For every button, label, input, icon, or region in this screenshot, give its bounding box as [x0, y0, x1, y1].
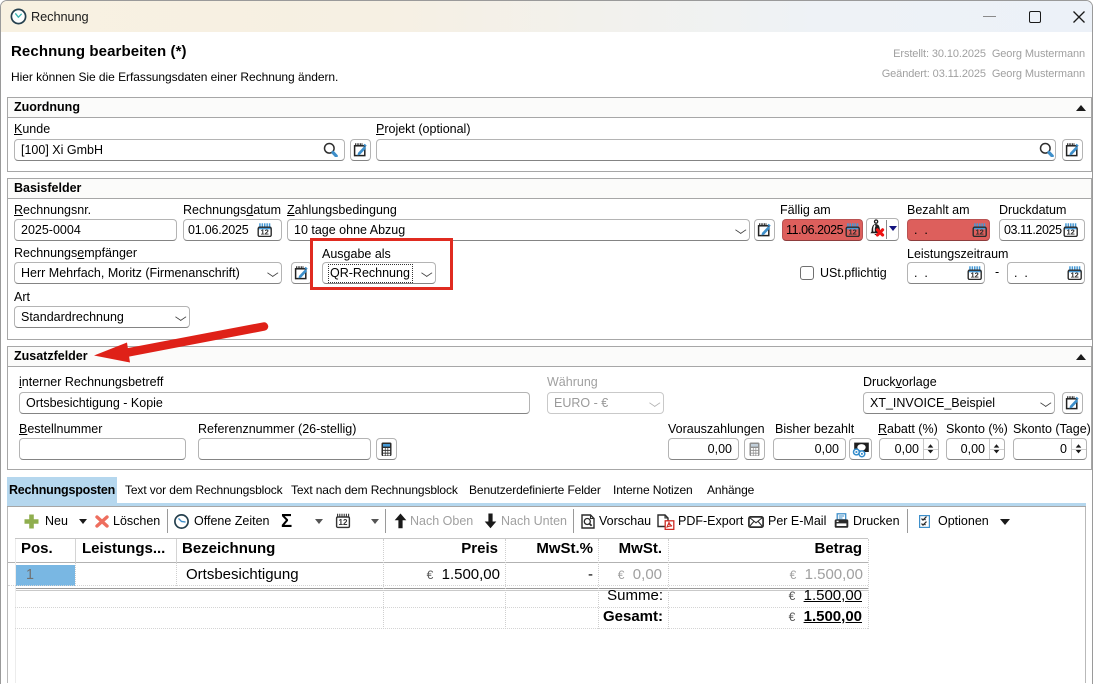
- svg-text:12: 12: [339, 518, 348, 527]
